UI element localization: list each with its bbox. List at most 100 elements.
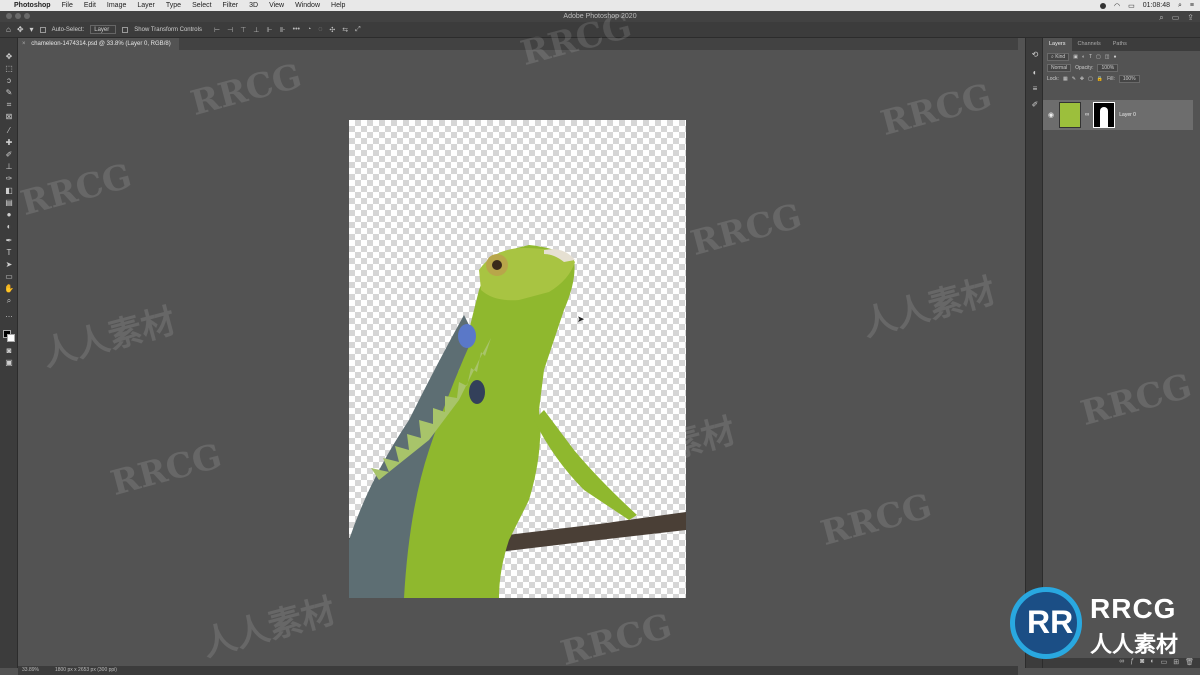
layer-name[interactable]: Layer 0 — [1119, 112, 1136, 118]
auto-select-dropdown[interactable]: Layer — [90, 25, 117, 34]
align-middle-icon[interactable]: ⊩ — [266, 26, 272, 34]
3d-mode-icon[interactable]: ◔ — [307, 26, 311, 34]
lock-pixels-icon[interactable]: ▦ — [1063, 76, 1068, 82]
close-tab-icon[interactable]: × — [22, 41, 26, 47]
3d-rotate-icon[interactable]: ◌ — [318, 26, 322, 34]
history-brush-icon[interactable]: ✑ — [3, 174, 15, 184]
gradient-tool-icon[interactable]: ▤ — [3, 198, 15, 208]
filter-toggle-icon[interactable]: ● — [1114, 54, 1117, 60]
crop-tool-icon[interactable]: ⌗ — [3, 100, 15, 110]
menu-type[interactable]: Type — [166, 2, 181, 9]
filter-adjust-icon[interactable]: ◐ — [1082, 54, 1085, 60]
properties-panel-icon[interactable]: ≡ — [1030, 84, 1040, 94]
path-select-icon[interactable]: ➤ — [3, 260, 15, 270]
lock-paint-icon[interactable]: ✎ — [1072, 76, 1076, 82]
fill-field[interactable]: 100% — [1118, 74, 1140, 83]
menu-layer[interactable]: Layer — [137, 2, 155, 9]
blend-mode-dropdown[interactable]: Normal — [1047, 63, 1072, 72]
filter-pixel-icon[interactable]: ▣ — [1073, 54, 1078, 60]
menu-edit[interactable]: Edit — [84, 2, 96, 9]
kind-filter-dropdown[interactable]: ⌕ Kind — [1047, 52, 1070, 61]
marquee-tool-icon[interactable]: ⬚ — [3, 64, 15, 74]
edit-toolbar-icon[interactable]: … — [3, 310, 15, 320]
document-info[interactable]: 1800 px x 2653 px (300 ppi) — [55, 666, 117, 675]
window-titlebar: Adobe Photoshop 2020 ⌕ ▭ ⇪ — [0, 11, 1200, 22]
more-options-icon[interactable]: ••• — [293, 26, 300, 34]
align-top-icon[interactable]: ⊥ — [253, 26, 259, 34]
align-right-icon[interactable]: ⊤ — [240, 26, 246, 34]
home-icon[interactable]: ⌂ — [6, 25, 11, 34]
transform-controls-checkbox[interactable] — [122, 26, 129, 33]
brush-tool-icon[interactable]: ✐ — [3, 150, 15, 160]
3d-scale-icon[interactable]: ⤢ — [355, 26, 361, 34]
eraser-tool-icon[interactable]: ◧ — [3, 186, 15, 196]
blur-tool-icon[interactable]: ● — [3, 210, 15, 220]
wifi-icon[interactable]: ◠ — [1114, 2, 1120, 10]
menu-3d[interactable]: 3D — [249, 2, 258, 9]
link-icon[interactable]: ∞ — [1085, 112, 1089, 118]
tab-layers[interactable]: Layers — [1043, 38, 1072, 51]
background-color-swatch[interactable] — [7, 334, 15, 342]
move-tool-icon[interactable]: ✥ — [17, 25, 24, 34]
type-tool-icon[interactable]: T — [3, 248, 15, 258]
menu-select[interactable]: Select — [192, 2, 211, 9]
history-panel-icon[interactable]: ⟲ — [1030, 50, 1040, 60]
zoom-level[interactable]: 33.89% — [22, 666, 39, 675]
chevron-down-icon[interactable]: ▾ — [30, 25, 34, 34]
filter-shape-icon[interactable]: ▢ — [1096, 54, 1101, 60]
brush-settings-icon[interactable]: ✐ — [1030, 100, 1040, 110]
frame-tool-icon[interactable]: ⊠ — [3, 112, 15, 122]
record-icon[interactable] — [1100, 2, 1106, 9]
lock-all-icon[interactable]: 🔒 — [1097, 76, 1103, 82]
dodge-tool-icon[interactable]: ◐ — [3, 222, 15, 232]
lock-position-icon[interactable]: ✥ — [1080, 76, 1084, 82]
document-tab[interactable]: × chameleon-1474314.psd @ 33.8% (Layer 0… — [18, 38, 179, 50]
healing-brush-icon[interactable]: ✚ — [3, 138, 15, 148]
search-icon[interactable]: ⌕ — [1178, 2, 1182, 10]
menu-file[interactable]: File — [62, 2, 73, 9]
tab-paths[interactable]: Paths — [1107, 38, 1133, 51]
eyedropper-tool-icon[interactable]: ⁄ — [3, 126, 15, 136]
quick-select-tool-icon[interactable]: ✎ — [3, 88, 15, 98]
menu-help[interactable]: Help — [331, 2, 345, 9]
clone-stamp-icon[interactable]: ⊥ — [3, 162, 15, 172]
document-canvas[interactable] — [349, 120, 686, 598]
screen-mode-icon[interactable]: ▣ — [3, 358, 15, 368]
lock-artboard-icon[interactable]: ▢ — [1088, 76, 1093, 82]
auto-select-checkbox[interactable] — [39, 26, 46, 33]
zoom-window-button[interactable] — [24, 13, 30, 19]
menu-view[interactable]: View — [269, 2, 284, 9]
canvas-area[interactable]: ➤ — [18, 50, 1018, 666]
hand-tool-icon[interactable]: ✋ — [3, 284, 15, 294]
menu-app[interactable]: Photoshop — [14, 2, 51, 9]
opacity-field[interactable]: 100% — [1097, 63, 1119, 72]
tab-channels[interactable]: Channels — [1072, 38, 1107, 51]
zoom-tool-icon[interactable]: ⌕ — [3, 296, 15, 306]
align-center-icon[interactable]: ⊣ — [227, 26, 233, 34]
battery-icon[interactable]: ▭ — [1128, 2, 1135, 10]
3d-slide-icon[interactable]: ⇆ — [342, 26, 348, 34]
status-bar: 33.89% 1800 px x 2653 px (300 ppi) — [18, 666, 1018, 675]
adjustments-panel-icon[interactable]: ◐ — [1030, 68, 1040, 78]
align-bottom-icon[interactable]: ⊪ — [280, 26, 286, 34]
close-window-button[interactable] — [6, 13, 12, 19]
layer-thumbnail[interactable] — [1059, 102, 1081, 128]
menu-filter[interactable]: Filter — [223, 2, 239, 9]
eye-icon[interactable]: ◉ — [1047, 111, 1055, 119]
menu-image[interactable]: Image — [107, 2, 126, 9]
3d-pan-icon[interactable]: ✣ — [329, 26, 335, 34]
rectangle-tool-icon[interactable]: ▭ — [3, 272, 15, 282]
layer-row[interactable]: ◉ ∞ Layer 0 — [1043, 100, 1193, 130]
minimize-window-button[interactable] — [15, 13, 21, 19]
move-tool-icon[interactable]: ✥ — [3, 52, 15, 62]
filter-type-icon[interactable]: T — [1089, 54, 1092, 60]
align-left-icon[interactable]: ⊢ — [214, 26, 220, 34]
pen-tool-icon[interactable]: ✒ — [3, 236, 15, 246]
clock[interactable]: 01:08:48 — [1143, 2, 1170, 9]
menu-window[interactable]: Window — [295, 2, 320, 9]
lasso-tool-icon[interactable]: ↄ — [3, 76, 15, 86]
quick-mask-icon[interactable]: ◙ — [3, 346, 15, 356]
menu-list-icon[interactable]: ≡ — [1190, 2, 1194, 9]
layer-mask-thumbnail[interactable] — [1093, 102, 1116, 128]
filter-smart-icon[interactable]: ◫ — [1105, 54, 1110, 60]
